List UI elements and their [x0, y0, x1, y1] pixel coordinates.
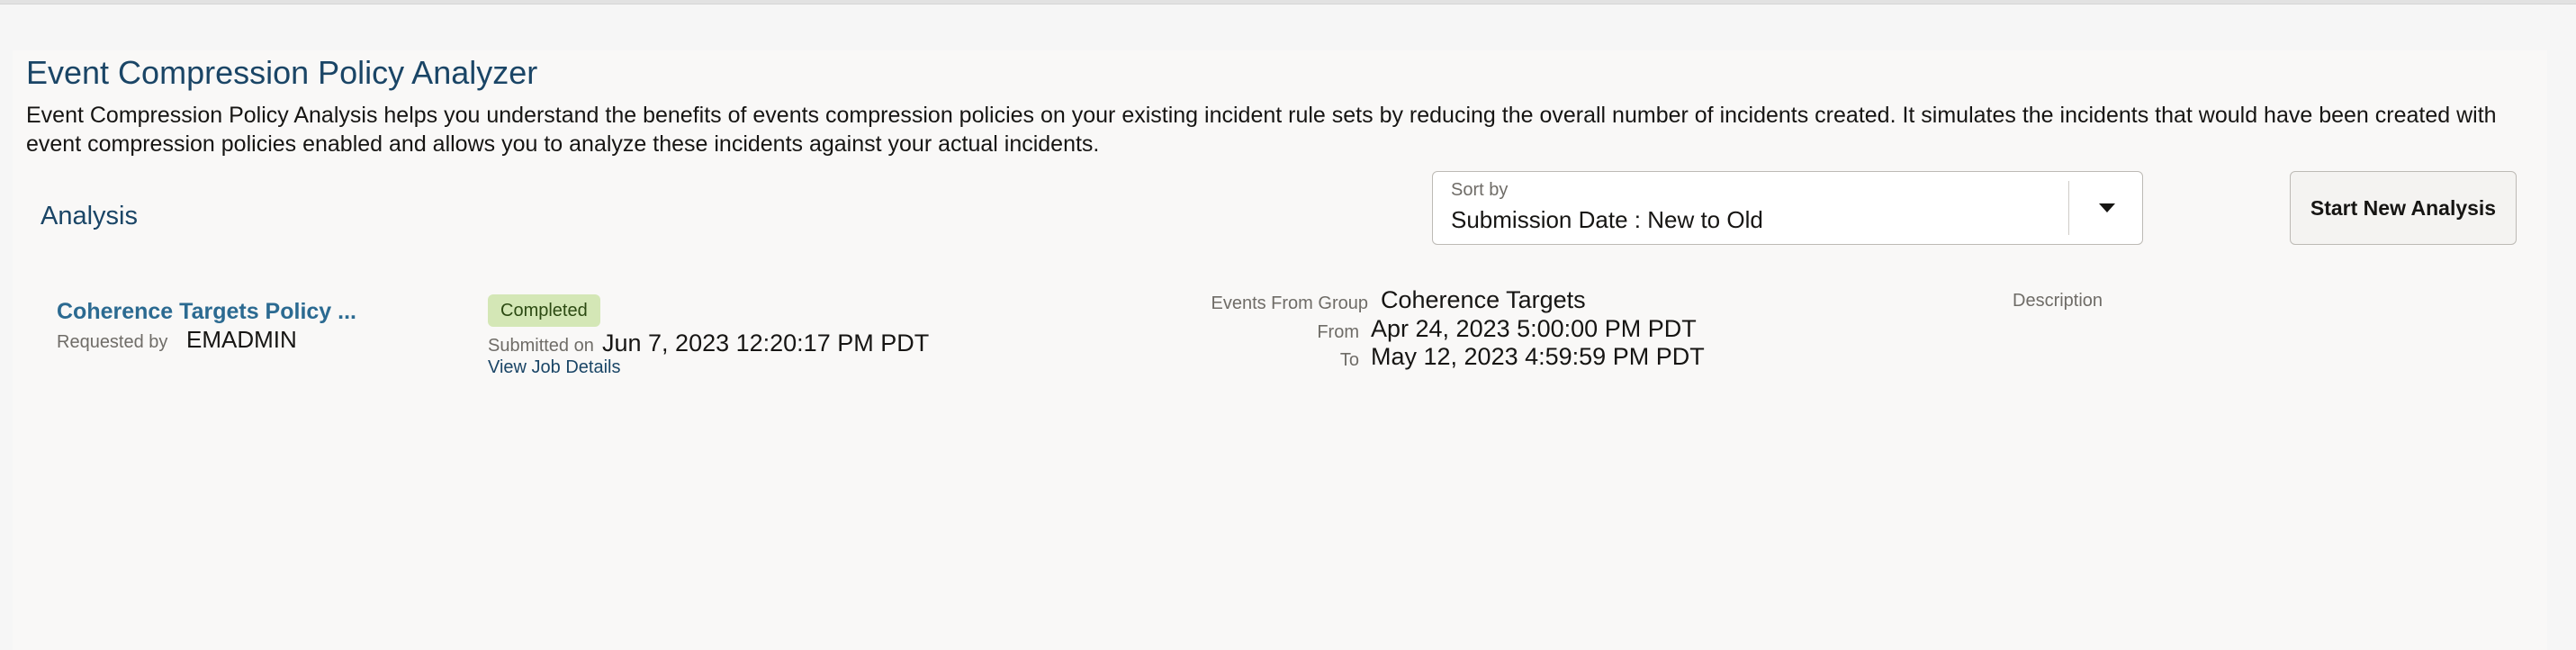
- view-job-details-link[interactable]: View Job Details: [488, 357, 620, 378]
- to-label: To: [1339, 350, 1359, 370]
- to-value: May 12, 2023 4:59:59 PM PDT: [1371, 343, 1705, 370]
- status-badge: Completed: [488, 294, 600, 327]
- requested-by-label: Requested by: [57, 332, 168, 352]
- analyzer-page: Event Compression Policy Analyzer Event …: [13, 50, 2547, 650]
- from-value: Apr 24, 2023 5:00:00 PM PDT: [1371, 315, 1697, 342]
- from-label: From: [1317, 322, 1359, 342]
- analysis-name-link[interactable]: Coherence Targets Policy ...: [57, 299, 356, 325]
- analysis-item: Coherence Targets Policy ... Requested b…: [13, 50, 2547, 650]
- events-from-group-value: Coherence Targets: [1381, 286, 1586, 313]
- requested-by-value: EMADMIN: [186, 326, 297, 353]
- submitted-on-value: Jun 7, 2023 12:20:17 PM PDT: [602, 330, 930, 357]
- description-label: Description: [2013, 291, 2103, 311]
- submitted-on-label: Submitted on: [488, 336, 594, 356]
- top-bar: [0, 0, 2576, 5]
- events-from-group-label: Events From Group: [1211, 293, 1368, 313]
